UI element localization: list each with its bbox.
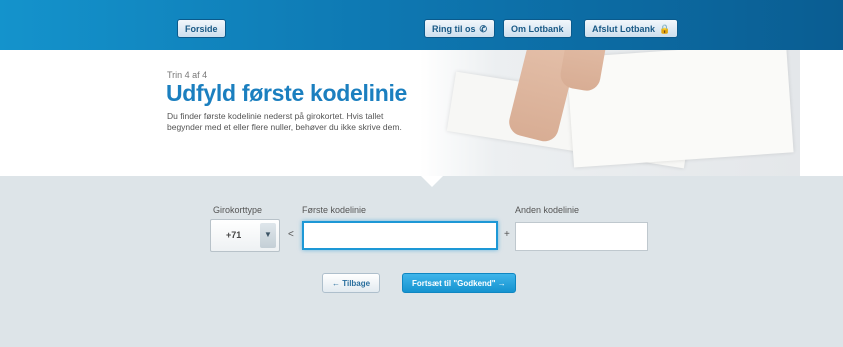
back-button-label: ← Tilbage <box>332 279 371 288</box>
second-line-input[interactable] <box>515 222 648 251</box>
giro-card-photo <box>420 50 800 176</box>
dropdown-toggle[interactable]: ▼ <box>260 223 276 248</box>
page-title: Udfyld første kodelinie <box>166 80 408 106</box>
call-us-label: Ring til os <box>432 24 476 34</box>
lock-icon: 🔒 <box>659 24 671 34</box>
separator-plus: + <box>504 229 510 240</box>
about-lotbank-button[interactable]: Om Lotbank <box>503 19 572 38</box>
chevron-down-icon: ▼ <box>264 230 272 239</box>
girokorttype-select[interactable]: +71 ▼ <box>210 219 280 252</box>
home-button-label: Forside <box>185 24 218 34</box>
second-line-label: Anden kodelinie <box>515 205 580 215</box>
continue-button[interactable]: Fortsæt til "Godkend" → <box>402 273 516 293</box>
section-notch <box>421 176 443 187</box>
about-lotbank-label: Om Lotbank <box>511 24 564 34</box>
girokorttype-label: Girokorttype <box>213 205 263 215</box>
girokorttype-value: +71 <box>226 230 242 240</box>
hero-section: Trin 4 af 4 Udfyld første kodelinie Du f… <box>0 50 843 176</box>
separator-lt: < <box>288 229 294 240</box>
close-lotbank-label: Afslut Lotbank <box>592 24 655 34</box>
first-line-label: Første kodelinie <box>302 205 367 215</box>
first-line-input[interactable] <box>302 221 498 250</box>
form-area <box>0 176 843 347</box>
continue-button-label: Fortsæt til "Godkend" → <box>412 279 506 288</box>
back-button[interactable]: ← Tilbage <box>322 273 381 293</box>
step-indicator: Trin 4 af 4 <box>167 70 208 80</box>
phone-icon: ✆ <box>479 24 488 34</box>
top-nav-bar: Forside Ring til os ✆ Om Lotbank Afslut L… <box>0 0 843 50</box>
page-description: Du finder første kodelinie nederst på gi… <box>167 111 402 132</box>
home-button[interactable]: Forside <box>177 19 226 38</box>
close-lotbank-button[interactable]: Afslut Lotbank 🔒 <box>584 19 679 38</box>
call-us-button[interactable]: Ring til os ✆ <box>424 19 496 38</box>
